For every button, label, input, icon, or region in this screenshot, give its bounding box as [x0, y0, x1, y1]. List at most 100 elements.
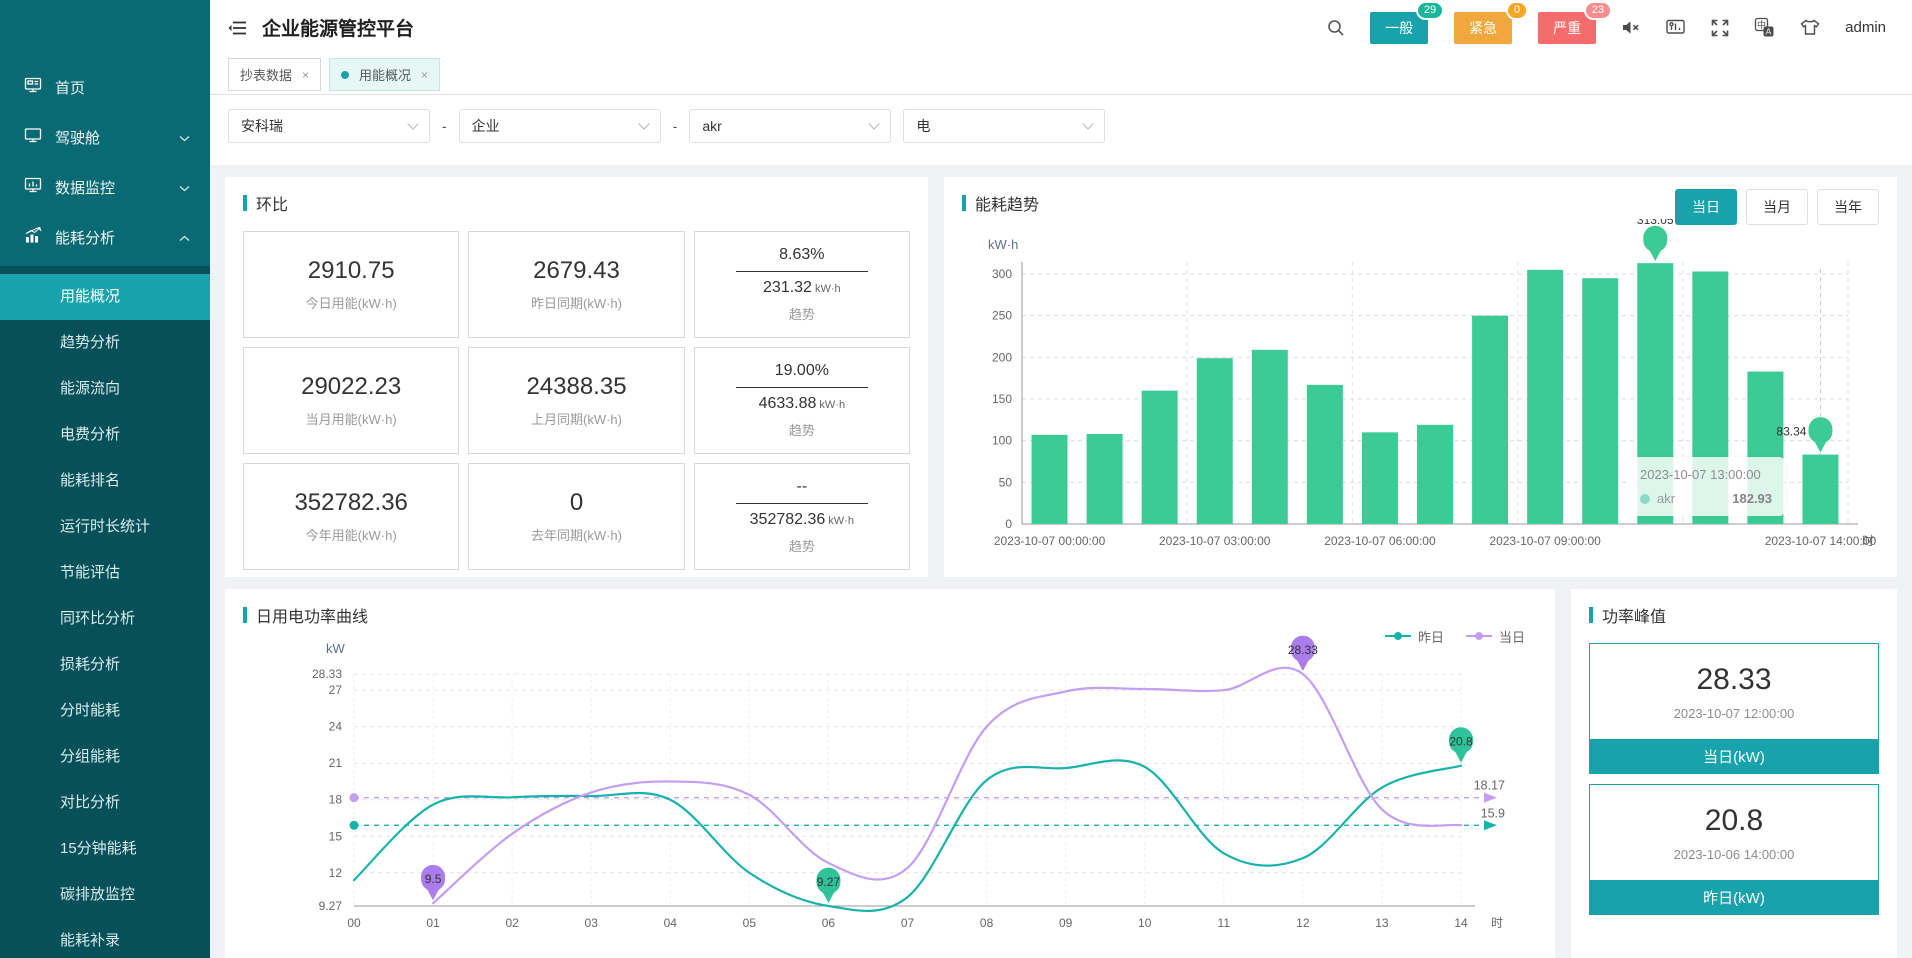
alarm-button[interactable]: 一般29	[1370, 12, 1428, 44]
daily-power-curve-panel: 日用电功率曲线 昨日当日 9.2712151821242728.33kW0001…	[225, 589, 1555, 958]
power-peak-panel: 功率峰值 28.332023-10-07 12:00:00当日(kW)20.82…	[1571, 589, 1897, 958]
sidebar-menu: 首页驾驶舱数据监控能耗分析用能概况趋势分析能源流向电费分析能耗排名运行时长统计节…	[0, 62, 210, 958]
stat-value: 2679.43	[533, 257, 620, 285]
svg-text:09: 09	[1059, 916, 1073, 930]
svg-text:9.27: 9.27	[817, 875, 841, 889]
svg-text:时: 时	[1491, 916, 1503, 930]
svg-text:83.34: 83.34	[1776, 425, 1806, 439]
sidebar-subitem[interactable]: 碳排放监控	[0, 872, 210, 918]
trend-range-buttons: 当日当月当年	[1675, 189, 1879, 225]
peak-cards: 28.332023-10-07 12:00:00当日(kW)20.82023-1…	[1589, 643, 1879, 915]
language-icon[interactable]: 中A	[1754, 17, 1775, 38]
tab-close-icon[interactable]: ×	[421, 69, 428, 81]
sidebar-subitem[interactable]: 对比分析	[0, 780, 210, 826]
peak-value: 20.8	[1705, 804, 1763, 838]
sidebar-item-label: 能耗分析	[55, 227, 166, 248]
title-accent-bar	[1589, 607, 1593, 623]
chevron-down-icon	[179, 179, 190, 196]
svg-text:150: 150	[992, 392, 1012, 406]
sidebar-subitem[interactable]: 能耗排名	[0, 458, 210, 504]
fraction-unit: kW·h	[819, 399, 845, 411]
filter-select[interactable]: 安科瑞	[228, 109, 430, 143]
sidebar-subitem[interactable]: 运行时长统计	[0, 504, 210, 550]
theme-icon[interactable]	[1799, 17, 1821, 38]
bar-chart[interactable]: 050100150200250300kW·h2023-10-07 00:00:0…	[962, 219, 1879, 564]
range-button[interactable]: 当月	[1746, 189, 1808, 225]
fraction-unit: kW·h	[828, 515, 854, 527]
legend-swatch	[1466, 629, 1492, 644]
chevron-up-icon	[179, 229, 190, 246]
stat-card: 29022.23当月用能(kW·h)	[243, 347, 459, 454]
filter-select[interactable]: 企业	[459, 109, 661, 143]
sidebar-subitem[interactable]: 同环比分析	[0, 596, 210, 642]
stat-card: 24388.35上月同期(kW·h)	[468, 347, 684, 454]
legend-swatch	[1385, 629, 1411, 644]
stat-label: 去年同期(kW·h)	[531, 525, 622, 544]
stat-card: 2910.75今日用能(kW·h)	[243, 231, 459, 338]
legend-item[interactable]: 昨日	[1385, 627, 1444, 646]
legend-item[interactable]: 当日	[1466, 627, 1525, 646]
content: 环比 2910.75今日用能(kW·h)2679.43昨日同期(kW·h)8.6…	[210, 165, 1912, 958]
sidebar: 首页驾驶舱数据监控能耗分析用能概况趋势分析能源流向电费分析能耗排名运行时长统计节…	[0, 0, 210, 958]
tab-item[interactable]: 抄表数据×	[228, 58, 321, 91]
tab-close-icon[interactable]: ×	[302, 69, 309, 81]
svg-text:04: 04	[664, 916, 678, 930]
sidebar-subitem[interactable]: 节能评估	[0, 550, 210, 596]
user-name[interactable]: admin	[1845, 19, 1886, 36]
peak-card: 28.332023-10-07 12:00:00当日(kW)	[1589, 643, 1879, 774]
svg-text:10: 10	[1138, 916, 1152, 930]
stat-label: 上月同期(kW·h)	[531, 409, 622, 428]
peak-panel-title-text: 功率峰值	[1602, 603, 1666, 627]
sidebar-subitem[interactable]: 电费分析	[0, 412, 210, 458]
svg-text:15: 15	[329, 829, 343, 843]
title-accent-bar	[243, 607, 247, 623]
trend-fraction-card: 19.00%4633.88kW·h趋势	[694, 347, 910, 454]
energy-trend-panel: 能耗趋势 当日当月当年 050100150200250300kW·h2023-1…	[944, 177, 1897, 577]
tab-active[interactable]: 用能概况×	[329, 58, 440, 91]
svg-text:05: 05	[743, 916, 757, 930]
chart-legend: 昨日 当日	[1385, 627, 1525, 646]
alarm-button[interactable]: 严重23	[1538, 12, 1596, 44]
svg-text:200: 200	[992, 350, 1012, 364]
sidebar-subitem[interactable]: 用能概况	[0, 274, 210, 320]
app-window: 首页驾驶舱数据监控能耗分析用能概况趋势分析能源流向电费分析能耗排名运行时长统计节…	[0, 0, 1912, 958]
sidebar-item[interactable]: 驾驶舱	[0, 112, 210, 162]
trend-panel-title-text: 能耗趋势	[975, 191, 1039, 215]
sidebar-subitem[interactable]: 分时能耗	[0, 688, 210, 734]
chevron-down-icon	[1083, 118, 1094, 129]
filter-select[interactable]: akr	[689, 109, 891, 143]
app-header: 企业能源管控平台 一般29紧急0严重23 中A	[210, 0, 1912, 55]
mute-icon[interactable]	[1620, 17, 1641, 38]
fullscreen-icon[interactable]	[1710, 18, 1730, 38]
sidebar-subitem[interactable]: 分组能耗	[0, 734, 210, 780]
sidebar-subitem[interactable]: 趋势分析	[0, 320, 210, 366]
alarm-button[interactable]: 紧急0	[1454, 12, 1512, 44]
fraction-percent: --	[796, 478, 807, 503]
filter-select[interactable]: 电	[903, 109, 1105, 143]
trend-fraction-card: 8.63%231.32kW·h趋势	[694, 231, 910, 338]
sidebar-subitem[interactable]: 能源流向	[0, 366, 210, 412]
ratio-panel: 环比 2910.75今日用能(kW·h)2679.43昨日同期(kW·h)8.6…	[225, 177, 928, 577]
alarm-label: 紧急	[1469, 20, 1497, 36]
search-icon[interactable]	[1326, 18, 1346, 38]
sidebar-subitem[interactable]: 能耗补录	[0, 918, 210, 958]
range-button[interactable]: 当日	[1675, 189, 1737, 225]
sidebar-item[interactable]: 能耗分析	[0, 212, 210, 262]
stat-value: 29022.23	[301, 373, 401, 401]
sidebar-item[interactable]: 首页	[0, 62, 210, 112]
filter-bar: 安科瑞-企业-akr电	[210, 95, 1912, 165]
sidebar-subitem[interactable]: 15分钟能耗	[0, 826, 210, 872]
title-accent-bar	[962, 195, 966, 211]
svg-text:0: 0	[1005, 517, 1012, 531]
top-row: 环比 2910.75今日用能(kW·h)2679.43昨日同期(kW·h)8.6…	[225, 177, 1897, 577]
stat-card: 2679.43 昨日同期(kW·h)	[468, 231, 684, 338]
line-chart[interactable]: 9.2712151821242728.33kW00010203040506070…	[243, 631, 1537, 941]
chart-monitor-icon[interactable]	[1665, 17, 1686, 38]
sidebar-item[interactable]: 数据监控	[0, 162, 210, 212]
range-button[interactable]: 当年	[1817, 189, 1879, 225]
svg-text:06: 06	[822, 916, 836, 930]
collapse-menu-icon[interactable]	[228, 18, 248, 38]
bottom-row: 日用电功率曲线 昨日当日 9.2712151821242728.33kW0001…	[225, 589, 1897, 958]
sidebar-subitem[interactable]: 损耗分析	[0, 642, 210, 688]
stat-label: 昨日同期(kW·h)	[531, 293, 622, 312]
